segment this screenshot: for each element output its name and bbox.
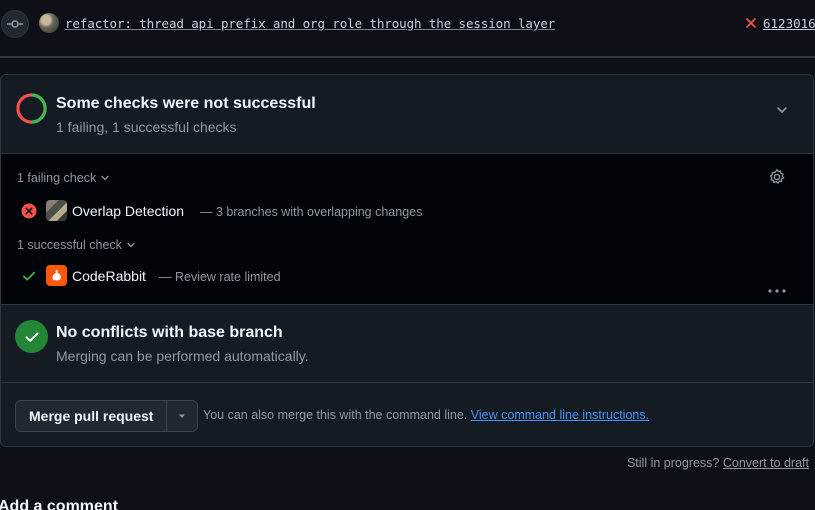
draft-prompt: Still in progress? Convert to draft bbox=[627, 456, 809, 470]
chevron-down-icon[interactable] bbox=[773, 101, 791, 119]
conflicts-section: No conflicts with base branch Merging ca… bbox=[1, 305, 813, 383]
successful-group-label: 1 successful check bbox=[17, 238, 122, 252]
conflicts-subtitle: Merging can be performed automatically. bbox=[56, 348, 309, 364]
check-description: — Review rate limited bbox=[159, 270, 281, 284]
triangle-down-icon bbox=[179, 414, 186, 418]
chevron-down-icon bbox=[127, 242, 135, 248]
merge-button-group: Merge pull request bbox=[15, 400, 199, 432]
checks-status-ring-icon bbox=[16, 93, 47, 124]
merge-box: Some checks were not successful 1 failin… bbox=[0, 74, 814, 447]
gear-icon[interactable] bbox=[768, 168, 786, 186]
merge-method-dropdown-button[interactable] bbox=[167, 401, 198, 431]
command-line-hint-text: You can also merge this with the command… bbox=[203, 408, 468, 422]
checks-header[interactable]: Some checks were not successful 1 failin… bbox=[1, 75, 813, 154]
x-icon[interactable] bbox=[744, 16, 758, 30]
commit-message-link[interactable]: refactor: thread api prefix and org role… bbox=[65, 16, 555, 31]
failing-checks-toggle[interactable]: 1 failing check bbox=[17, 171, 110, 185]
failing-group-label: 1 failing check bbox=[17, 171, 97, 185]
overlap-detection-app-icon bbox=[46, 200, 67, 221]
check-name[interactable]: CodeRabbit bbox=[72, 268, 146, 284]
conflicts-title: No conflicts with base branch bbox=[56, 324, 283, 341]
check-description: — 3 branches with overlapping changes bbox=[200, 205, 423, 219]
x-circle-fill-icon bbox=[21, 203, 37, 219]
git-commit-icon bbox=[1, 10, 29, 38]
timeline-divider bbox=[0, 56, 815, 58]
check-name[interactable]: Overlap Detection bbox=[72, 203, 184, 219]
chevron-down-icon bbox=[101, 175, 109, 181]
coderabbit-app-icon bbox=[46, 265, 67, 286]
successful-checks-toggle[interactable]: 1 successful check bbox=[17, 238, 136, 252]
command-line-hint: You can also merge this with the command… bbox=[203, 408, 649, 422]
add-comment-heading: Add a comment bbox=[0, 498, 119, 510]
merge-pull-request-button[interactable]: Merge pull request bbox=[16, 401, 168, 431]
check-circle-icon bbox=[15, 320, 48, 353]
check-icon bbox=[22, 271, 36, 281]
merge-actions: Merge pull request You can also merge th… bbox=[1, 383, 813, 446]
checks-list: 1 failing check Overlap Detection — 3 br… bbox=[1, 154, 813, 305]
check-row-overlap-detection[interactable]: Overlap Detection — 3 branches with over… bbox=[21, 199, 781, 223]
author-avatar[interactable] bbox=[39, 13, 59, 33]
check-row-coderabbit[interactable]: CodeRabbit — Review rate limited bbox=[21, 264, 781, 288]
kebab-horizontal-icon[interactable] bbox=[767, 287, 787, 295]
commit-row: refactor: thread api prefix and org role… bbox=[0, 0, 815, 50]
commit-sha-link[interactable]: 6123016 bbox=[763, 16, 815, 31]
checks-summary: 1 failing, 1 successful checks bbox=[56, 119, 237, 135]
command-line-instructions-link[interactable]: View command line instructions. bbox=[471, 408, 649, 422]
draft-prompt-text: Still in progress? bbox=[626, 456, 720, 470]
checks-title: Some checks were not successful bbox=[56, 95, 316, 112]
convert-to-draft-link[interactable]: Convert to draft bbox=[723, 456, 809, 470]
